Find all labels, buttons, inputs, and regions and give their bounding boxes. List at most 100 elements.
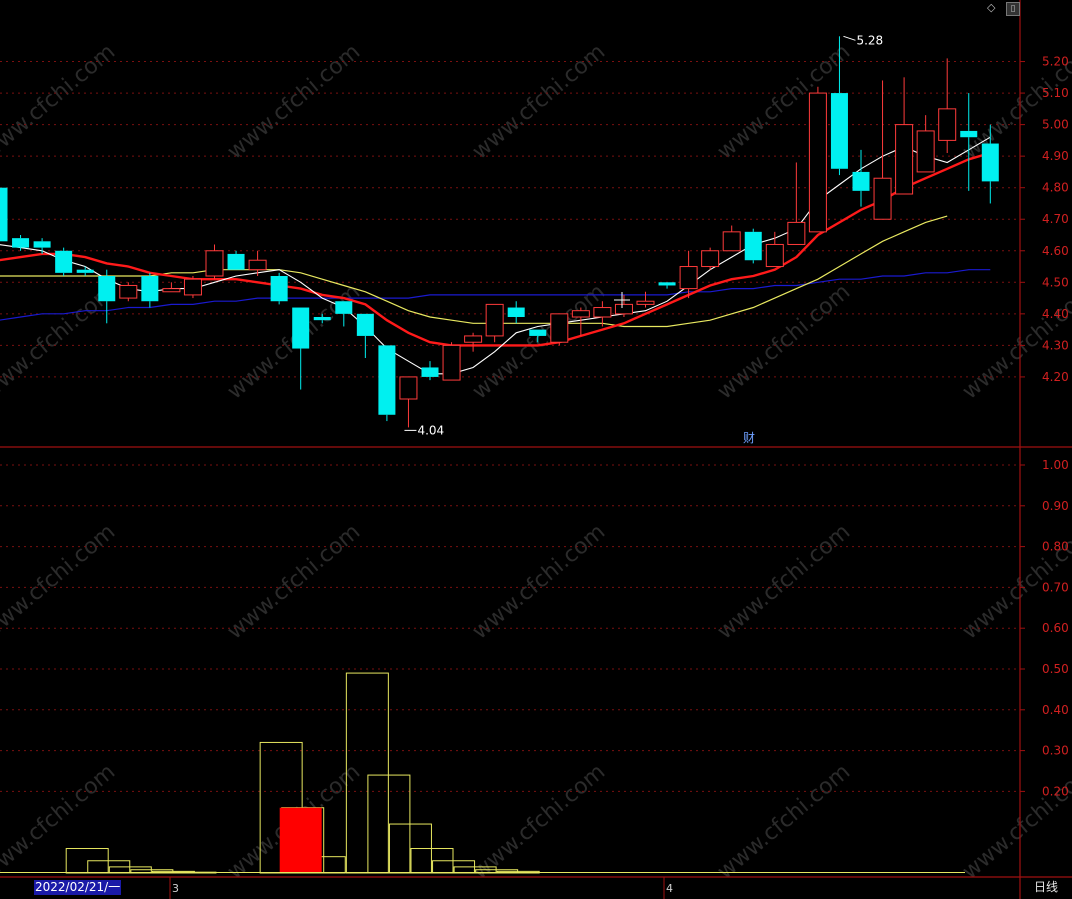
price-tick-label: 4.50 xyxy=(1042,275,1069,289)
month-marker-label: 4 xyxy=(666,882,673,895)
candle-body-down xyxy=(141,276,159,302)
candle xyxy=(356,313,374,358)
candle-body-up xyxy=(550,313,569,343)
candle xyxy=(485,303,504,343)
watermark-text: www.cfchi.com xyxy=(0,519,120,644)
candle-body-up xyxy=(895,124,914,195)
candle xyxy=(614,294,633,317)
candle-body-up xyxy=(119,284,138,299)
low-price-label: 4.04 xyxy=(417,423,444,437)
diamond-icon[interactable]: ◇ xyxy=(987,2,995,14)
indicator-tick-label: 0.70 xyxy=(1042,580,1069,594)
panel-toggle-icon[interactable]: ▯ xyxy=(1006,2,1020,16)
indicator-tick-label: 0.90 xyxy=(1042,499,1069,513)
watermark-text: www.cfchi.com xyxy=(713,519,855,644)
watermark-text: www.cfchi.com xyxy=(223,39,365,164)
candle xyxy=(227,250,245,270)
watermark-text: www.cfchi.com xyxy=(468,39,610,164)
candle xyxy=(765,231,784,268)
candle xyxy=(0,187,8,242)
candle xyxy=(873,80,892,220)
candle xyxy=(787,162,806,245)
watermark-text: www.cfchi.com xyxy=(0,39,120,164)
candle-body-down xyxy=(76,269,94,273)
candle-body-up xyxy=(787,221,806,245)
candle xyxy=(679,250,698,299)
watermark-text: www.cfchi.com xyxy=(713,759,855,884)
candle-body-down xyxy=(292,307,310,349)
candle-body-up xyxy=(679,266,698,290)
candle-body-down xyxy=(852,171,870,191)
candle xyxy=(335,301,353,327)
candle-body-up xyxy=(442,344,461,381)
candle xyxy=(76,266,94,276)
watermark-text: www.cfchi.com xyxy=(468,519,610,644)
grid-lines xyxy=(0,61,1020,792)
watermark-text: www.cfchi.com xyxy=(468,279,610,404)
watermark-text: www.cfchi.com xyxy=(958,759,1072,884)
indicator-tick-label: 0.80 xyxy=(1042,540,1069,554)
indicator-filled-bar xyxy=(279,807,322,873)
candle xyxy=(33,238,51,254)
candle xyxy=(916,115,935,173)
candle-body-down xyxy=(529,329,547,336)
candle xyxy=(141,272,159,308)
candle xyxy=(507,301,525,324)
candle-body-up xyxy=(916,130,935,173)
candle xyxy=(378,345,396,422)
candle xyxy=(550,313,569,346)
candle xyxy=(205,244,224,280)
candle-body-down xyxy=(227,253,245,270)
candle-body-down xyxy=(313,317,331,321)
candle-body-up xyxy=(571,310,590,318)
candle xyxy=(744,228,762,264)
candle-body-up xyxy=(722,231,741,252)
price-tick-label: 4.60 xyxy=(1042,244,1069,258)
price-tick-label: 5.10 xyxy=(1042,86,1069,100)
candle-body-up xyxy=(464,335,483,343)
candle xyxy=(701,247,720,270)
candle-body-up xyxy=(636,300,655,305)
indicator-tick-label: 0.40 xyxy=(1042,703,1069,717)
indicator-tick-label: 0.50 xyxy=(1042,662,1069,676)
high-price-label: 5.28 xyxy=(856,33,883,47)
candle xyxy=(808,86,827,233)
candle-body-up xyxy=(701,250,720,268)
candle xyxy=(98,269,116,324)
indicator-tick-label: 0.20 xyxy=(1042,784,1069,798)
watermark-text: www.cfchi.com xyxy=(223,519,365,644)
candle-body-down xyxy=(270,276,288,302)
period-label[interactable]: 日线 xyxy=(1034,880,1058,895)
watermark-text: www.cfchi.com xyxy=(468,759,610,884)
candle-body-up xyxy=(593,307,612,318)
stock-chart[interactable]: www.cfchi.com www.cfchi.com www.cfchi.com w… xyxy=(0,0,1072,899)
candle-body-down xyxy=(33,241,51,248)
crosshair-date-label: 2022/02/21/一 xyxy=(34,880,122,895)
price-tick-label: 4.70 xyxy=(1042,212,1069,226)
price-tick-label: 4.30 xyxy=(1042,338,1069,352)
candle xyxy=(183,276,202,299)
candle-body-up xyxy=(162,288,181,293)
candle xyxy=(119,282,138,302)
price-tick-label: 4.90 xyxy=(1042,149,1069,163)
candle-body-up xyxy=(938,108,957,141)
price-tick-label: 4.20 xyxy=(1042,370,1069,384)
candle-body-down xyxy=(335,301,353,314)
indicator-tick-label: 0.60 xyxy=(1042,621,1069,635)
candle-body-up xyxy=(485,303,504,337)
candle xyxy=(421,361,439,381)
price-tick-label: 4.80 xyxy=(1042,181,1069,195)
candle-body-down xyxy=(744,231,762,261)
indicator-tick-label: 1.00 xyxy=(1042,458,1069,472)
indicator-tick-label: 0.30 xyxy=(1042,744,1069,758)
candle-body-up xyxy=(873,177,892,220)
candle-body-down xyxy=(960,130,978,138)
candle-body-up xyxy=(183,278,202,296)
candle-body-down xyxy=(507,307,525,317)
candle-body-up xyxy=(248,259,267,271)
candle-body-up xyxy=(399,376,418,400)
candle xyxy=(270,272,288,305)
price-tick-label: 5.00 xyxy=(1042,118,1069,132)
candle xyxy=(162,282,181,293)
candle xyxy=(895,77,914,195)
